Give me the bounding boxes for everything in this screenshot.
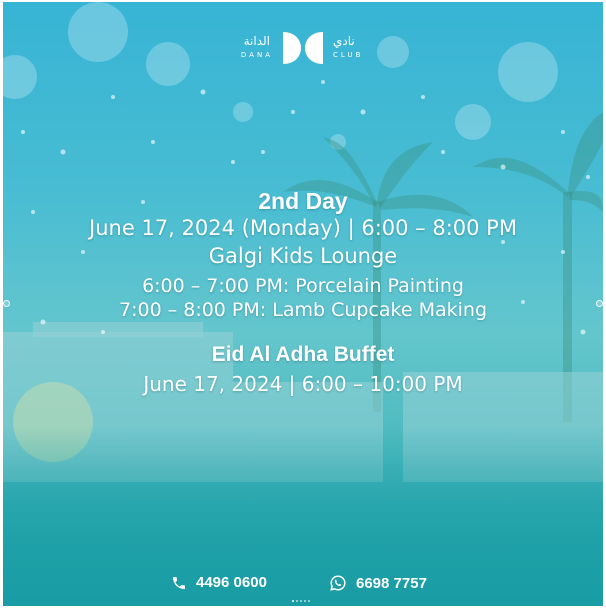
dana-club-logo: الدانة DANA نادي CLUB: [3, 30, 603, 70]
carousel-dot[interactable]: [296, 600, 298, 602]
carousel-dot[interactable]: [308, 600, 310, 602]
carousel-dot[interactable]: [304, 600, 306, 602]
day-title: 2nd Day: [258, 188, 348, 214]
venue: Galgi Kids Lounge: [208, 244, 398, 268]
activity-item: 7:00 – 8:00 PM: Lamb Cupcake Making: [118, 299, 487, 321]
logo-latin-left: DANA: [240, 51, 273, 59]
carousel-next-dot[interactable]: [596, 300, 603, 307]
whatsapp-contact[interactable]: 6698 7757: [329, 574, 427, 592]
logo-latin-right: CLUB: [333, 51, 364, 59]
logo-arabic-right: نادي: [333, 34, 355, 48]
day-date: June 17, 2024 (Monday) | 6:00 – 8:00 PM: [89, 216, 517, 240]
carousel-dot-active[interactable]: [292, 600, 294, 602]
carousel-prev-dot[interactable]: [3, 300, 10, 307]
event-post: الدانة DANA نادي CLUB 2nd Day June 17, 2…: [3, 2, 603, 606]
logo-arabic-left: الدانة: [243, 34, 270, 48]
contact-bar: 4496 0600 6698 7757: [3, 574, 603, 598]
carousel-dot[interactable]: [300, 600, 302, 602]
buffet-date: June 17, 2024 | 6:00 – 10:00 PM: [143, 372, 463, 396]
phone-icon: [173, 576, 185, 589]
carousel-indicator: [292, 600, 316, 604]
phone-contact[interactable]: 4496 0600: [171, 574, 267, 591]
phone-number: 4496 0600: [196, 574, 267, 591]
logo-mark-icon: [283, 32, 323, 64]
whatsapp-icon: [330, 575, 346, 591]
buffet-title: Eid Al Adha Buffet: [211, 343, 395, 366]
activity-item: 6:00 – 7:00 PM: Porcelain Painting: [142, 275, 464, 297]
whatsapp-number: 6698 7757: [356, 574, 427, 592]
